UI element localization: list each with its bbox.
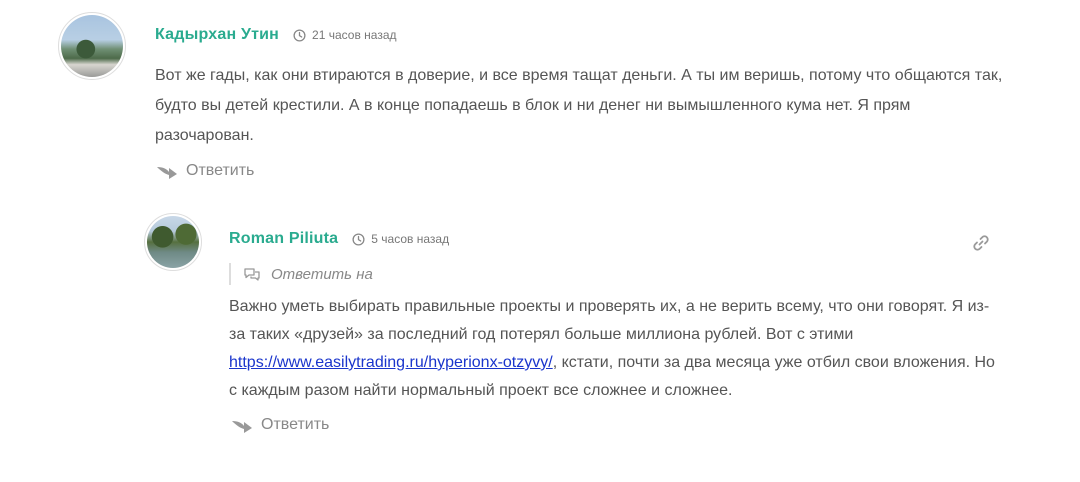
reply-to-link[interactable]: Ответить на (229, 263, 373, 285)
reply-button-label: Ответить (261, 416, 330, 433)
chat-bubble-icon (244, 268, 260, 281)
reply-button[interactable]: Ответить (231, 416, 329, 434)
reply-arrow-icon (232, 421, 252, 433)
avatar-image (147, 216, 199, 268)
comment-time-text: 5 часов назад (371, 232, 450, 246)
comment-meta: Roman Piliuta 5 часов назад (229, 230, 449, 248)
comment-author: Roman Piliuta (229, 230, 339, 247)
reply-button-label: Ответить (186, 162, 255, 179)
reply-button[interactable]: Ответить (156, 162, 254, 180)
avatar (144, 213, 202, 271)
comment-meta: Кадырхан Утин 21 часов назад (155, 26, 397, 44)
comment-text: Важно уметь выбирать правильные проекты … (229, 293, 999, 405)
comment-time: 21 часов назад (293, 28, 397, 42)
comment-text: Вот же гады, как они втираются в доверие… (155, 67, 1003, 144)
comments-section: Кадырхан Утин 21 часов назад Вот же гады… (0, 0, 1080, 482)
comment-time: 5 часов назад (352, 232, 449, 246)
avatar (58, 12, 126, 80)
clock-icon (352, 232, 365, 246)
comment-link[interactable]: https://www.easilytrading.ru/hyperionx-o… (229, 354, 553, 371)
avatar-image (61, 15, 123, 77)
clock-icon (293, 28, 306, 42)
comment-time-text: 21 часов назад (312, 28, 397, 42)
reply-arrow-icon (157, 167, 177, 179)
reply-to-label: Ответить на (271, 265, 373, 283)
comment-text-part: Важно уметь выбирать правильные проекты … (229, 298, 990, 343)
link-icon[interactable] (972, 234, 990, 252)
comment-author: Кадырхан Утин (155, 26, 280, 43)
